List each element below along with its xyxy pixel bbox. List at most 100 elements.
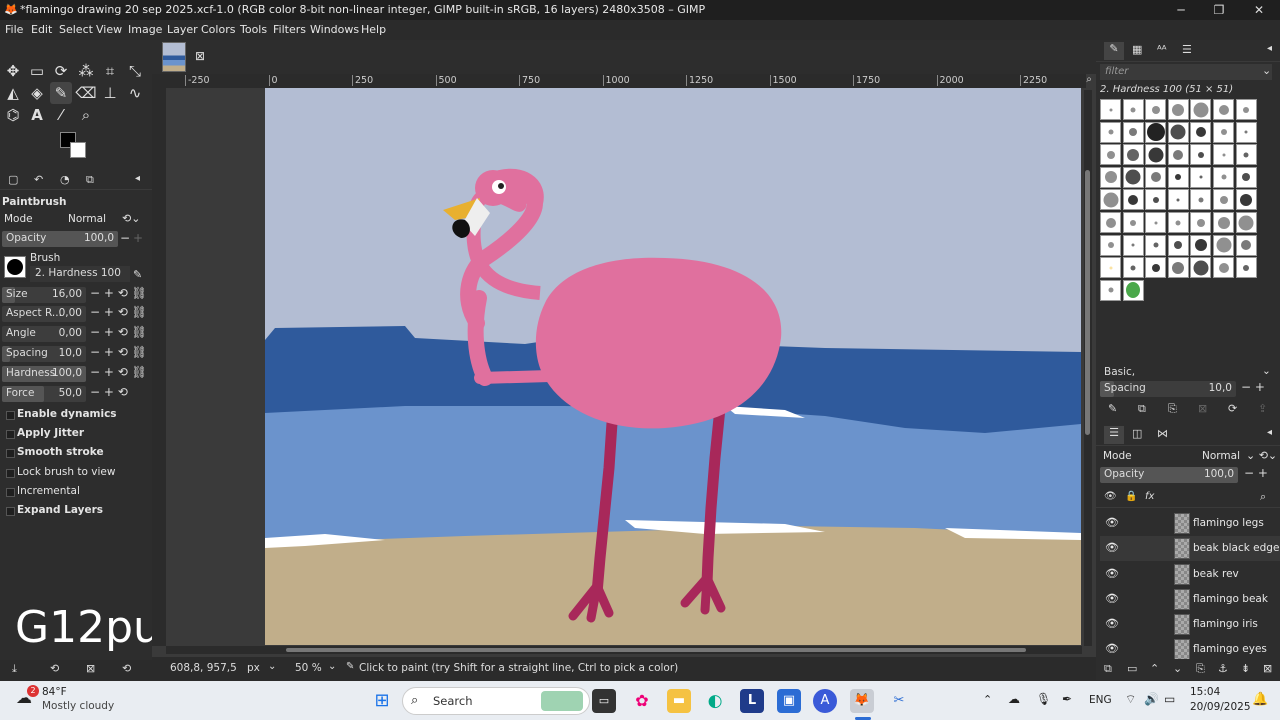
- brush-cell[interactable]: [1122, 189, 1144, 211]
- smudge-tool-icon[interactable]: ∿: [124, 82, 146, 104]
- weather-temp[interactable]: 84°F: [42, 686, 67, 698]
- menu-file[interactable]: File: [5, 23, 23, 36]
- merge-layer-icon[interactable]: ⇟: [1241, 662, 1250, 675]
- show-hidden-icons-icon[interactable]: ⌃: [983, 693, 992, 706]
- crop-tool-icon[interactable]: ⌗: [99, 60, 121, 82]
- onedrive-icon[interactable]: ☁: [1008, 692, 1020, 706]
- gimp-taskbar-icon[interactable]: 🦊: [850, 689, 874, 713]
- undo-history-tab-icon[interactable]: ↶: [34, 173, 43, 186]
- fuzzy-select-tool-icon[interactable]: ⁂: [75, 60, 97, 82]
- zoom-dropdown-icon[interactable]: ⌄: [328, 661, 336, 672]
- unit-dropdown-icon[interactable]: ⌄: [268, 661, 276, 672]
- close-image-tab-icon[interactable]: ⊠: [195, 49, 205, 63]
- clock-time[interactable]: 15:04: [1190, 686, 1220, 698]
- brush-filter-input[interactable]: filter: [1100, 64, 1272, 80]
- angle-controls-icon[interactable]: − + ⟲ ⛓: [90, 325, 147, 339]
- brush-cell[interactable]: [1100, 166, 1121, 188]
- channels-tab-icon[interactable]: ◫: [1132, 427, 1142, 440]
- anchor-layer-icon[interactable]: ⚓: [1218, 662, 1228, 675]
- brush-cell[interactable]: [1100, 257, 1121, 279]
- brush-cell[interactable]: [1190, 121, 1212, 143]
- size-controls-icon[interactable]: − + ⟲ ⛓: [90, 286, 147, 300]
- brush-grid[interactable]: [1100, 99, 1258, 303]
- brush-cell[interactable]: [1145, 99, 1167, 120]
- brush-cell[interactable]: [1213, 234, 1234, 256]
- layer-row[interactable]: 👁 flamingo legs: [1100, 511, 1280, 536]
- patterns-tab-icon[interactable]: ▦: [1132, 43, 1142, 56]
- brush-cell[interactable]: [1213, 99, 1234, 120]
- menu-help[interactable]: Help: [361, 23, 386, 36]
- aspect-controls-icon[interactable]: − + ⟲ ⛓: [90, 305, 147, 319]
- rect-select-tool-icon[interactable]: ▭: [26, 60, 48, 82]
- zoom-tool-icon[interactable]: ⌕: [75, 104, 97, 126]
- weather-desc[interactable]: Mostly cloudy: [42, 700, 114, 712]
- brush-cell[interactable]: [1235, 144, 1257, 166]
- layer-row[interactable]: 👁 beak rev: [1100, 562, 1280, 587]
- brush-cell[interactable]: [1190, 144, 1212, 166]
- lower-layer-icon[interactable]: ⌄: [1173, 662, 1182, 675]
- duplicate-layer-icon[interactable]: ⎘: [1196, 662, 1205, 676]
- eye-icon[interactable]: 👁: [1105, 642, 1119, 655]
- brush-cell[interactable]: [1167, 144, 1189, 166]
- brush-cell[interactable]: [1235, 257, 1257, 279]
- notification-bell-icon[interactable]: 🔔: [1252, 692, 1268, 707]
- image-tab-thumbnail[interactable]: [162, 42, 186, 72]
- expand-layers-checkbox[interactable]: Expand Layers: [5, 504, 103, 516]
- raise-layer-icon[interactable]: ⌃: [1150, 662, 1159, 675]
- pen-icon[interactable]: ✒: [1062, 692, 1072, 706]
- layers-menu-icon[interactable]: ◂: [1267, 427, 1272, 438]
- brush-cell[interactable]: [1190, 257, 1212, 279]
- incremental-checkbox[interactable]: Incremental: [6, 485, 80, 497]
- brush-preset-select[interactable]: Basic, ⌄: [1100, 365, 1276, 381]
- menu-select[interactable]: Select: [59, 23, 93, 36]
- delete-options-icon[interactable]: ⊠: [86, 662, 95, 675]
- menu-tools[interactable]: Tools: [240, 23, 267, 36]
- brush-cell[interactable]: [1213, 189, 1234, 211]
- images-tab-icon[interactable]: ⧉: [86, 173, 94, 187]
- brush-cell[interactable]: [1213, 121, 1234, 143]
- eye-icon[interactable]: 👁: [1105, 541, 1119, 554]
- brush-cell[interactable]: [1122, 234, 1144, 256]
- layers-tab-icon[interactable]: ☰: [1104, 426, 1124, 444]
- brush-spacing-buttons[interactable]: − +: [1241, 380, 1265, 394]
- task-view-icon[interactable]: ▭: [592, 689, 616, 713]
- layer-row[interactable]: 👁 flamingo beak: [1100, 587, 1280, 612]
- layer-search-icon[interactable]: ⌕: [1260, 490, 1266, 504]
- brush-cell[interactable]: [1122, 166, 1144, 188]
- brush-cell[interactable]: [1190, 166, 1212, 188]
- l-app-icon[interactable]: L: [740, 689, 764, 713]
- brush-spacing-slider[interactable]: Spacing 10,0: [1100, 381, 1236, 397]
- eye-icon[interactable]: 👁: [1105, 516, 1119, 529]
- brush-cell[interactable]: [1190, 234, 1212, 256]
- brush-cell[interactable]: [1122, 99, 1144, 120]
- force-slider[interactable]: Force 50,0: [2, 386, 86, 402]
- brush-cell[interactable]: [1167, 121, 1189, 143]
- brush-cell[interactable]: [1100, 99, 1121, 120]
- layer-row[interactable]: 👁 flamingo iris: [1100, 612, 1280, 637]
- menu-filters[interactable]: Filters: [273, 23, 306, 36]
- brush-cell[interactable]: [1100, 212, 1121, 233]
- transform-tool-icon[interactable]: ⤡: [124, 60, 146, 82]
- edge-browser-icon[interactable]: ◐: [703, 689, 727, 713]
- taskbar-search-box[interactable]: ⌕ Search: [402, 687, 590, 715]
- volume-icon[interactable]: 🔊: [1144, 692, 1159, 706]
- brush-cell[interactable]: [1167, 234, 1189, 256]
- opacity-slider[interactable]: Opacity 100,0: [2, 231, 118, 247]
- brush-cell[interactable]: [1213, 212, 1234, 233]
- layer-mode-select[interactable]: Normal: [1202, 450, 1240, 462]
- brush-cell[interactable]: [1122, 144, 1144, 166]
- mode-reset-icon[interactable]: ⟲⌄: [122, 212, 140, 225]
- paintbrush-tool-icon[interactable]: ✎: [50, 82, 72, 104]
- brush-cell[interactable]: [1122, 279, 1144, 301]
- size-slider[interactable]: Size 16,00: [2, 287, 86, 303]
- brush-cell[interactable]: [1235, 166, 1257, 188]
- brush-cell[interactable]: [1100, 279, 1121, 301]
- maximize-button[interactable]: ❐: [1200, 0, 1238, 20]
- brush-cell[interactable]: [1235, 212, 1257, 233]
- background-color-swatch[interactable]: [70, 142, 86, 158]
- mode-select[interactable]: Normal: [68, 213, 106, 225]
- smooth-stroke-checkbox[interactable]: Smooth stroke: [6, 446, 104, 458]
- warp-tool-icon[interactable]: ◭: [2, 82, 24, 104]
- delete-brush-icon[interactable]: ⊠: [1198, 402, 1207, 415]
- eye-icon[interactable]: 👁: [1105, 567, 1119, 580]
